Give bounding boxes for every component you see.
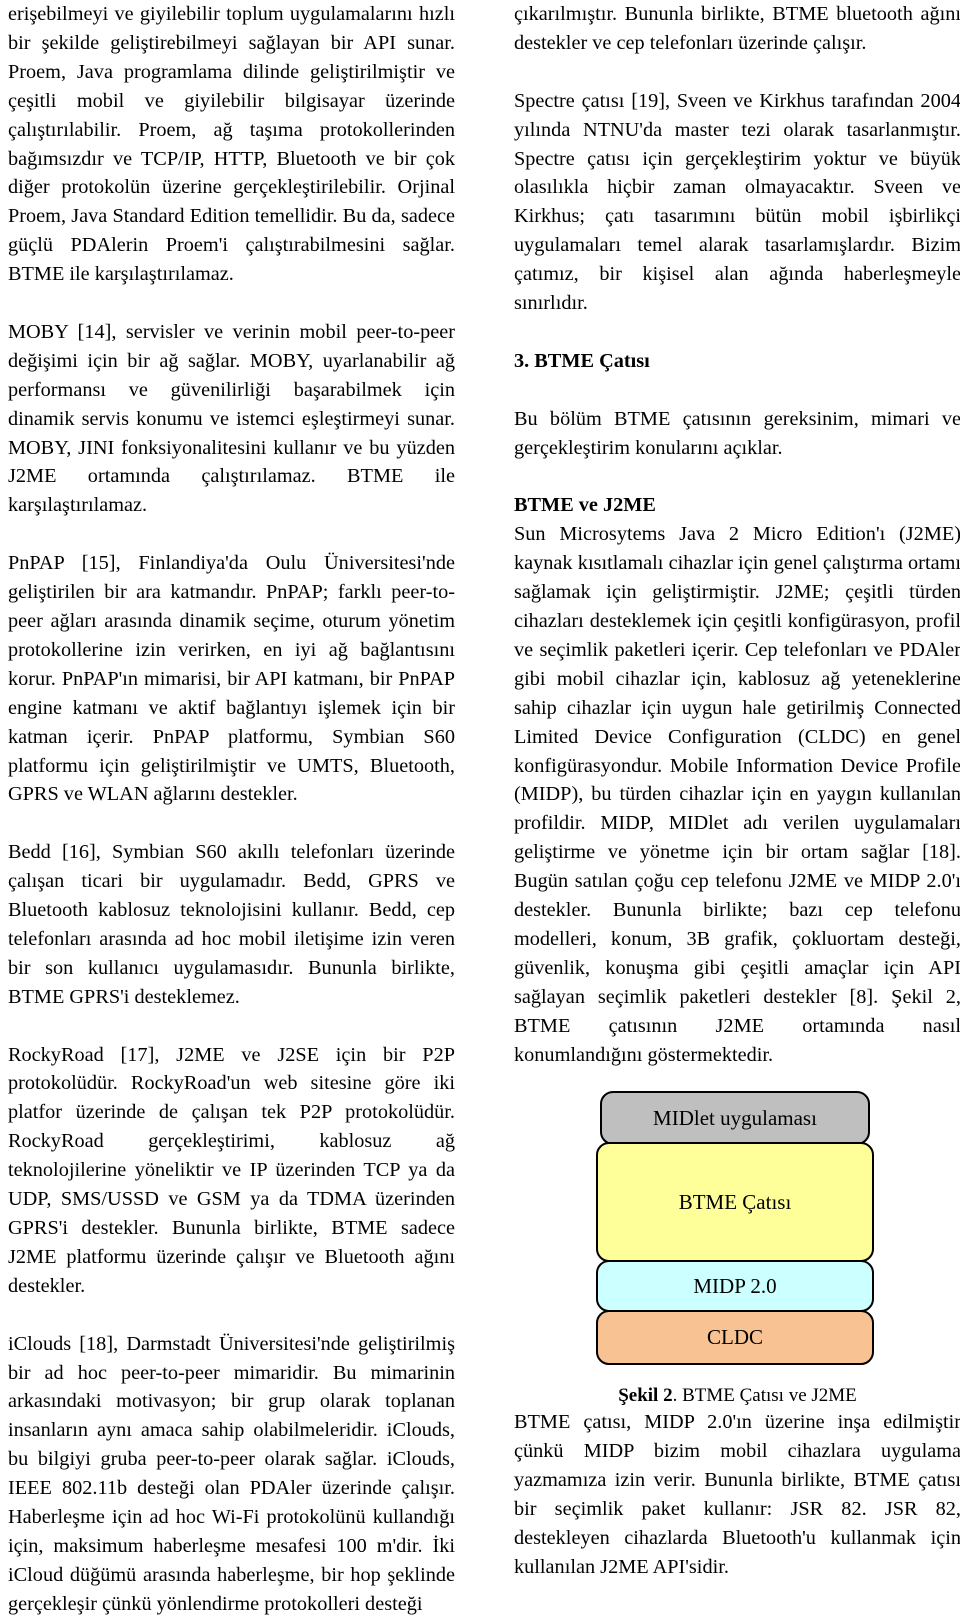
paragraph-pnpap: PnPAP [15], Finlandiya'da Oulu Üniversit… <box>8 552 455 806</box>
figure-layer-midlet-label: MIDlet uygulaması <box>653 1105 817 1130</box>
paragraph-after-figure: BTME çatısı, MIDP 2.0'ın üzerine inşa ed… <box>514 1411 960 1578</box>
paragraph-section-intro: Bu bölüm BTME çatısının gereksinim, mima… <box>514 407 960 459</box>
left-column: erişebilmeyi ve giyilebilir toplum uygul… <box>8 0 455 1619</box>
figure-caption-label: Şekil 2 <box>618 1385 673 1407</box>
figure-caption: Şekil 2. BTME Çatısı ve J2ME <box>514 1384 960 1408</box>
figure-layer-stack: MIDlet uygulaması BTME Çatısı MIDP 2.0 C… <box>514 1091 960 1371</box>
figure-layer-cldc-label: CLDC <box>706 1325 763 1350</box>
figure-layer-btme-label: BTME Çatısı <box>678 1189 792 1214</box>
figure-layer-midlet: MIDlet uygulaması <box>600 1091 870 1146</box>
section-heading-btme-catisi: 3. BTME Çatısı <box>514 349 650 372</box>
document-page: erişebilmeyi ve giyilebilir toplum uygul… <box>0 0 960 1615</box>
figure-layer-midp: MIDP 2.0 <box>596 1260 874 1313</box>
figure-layer-btme: BTME Çatısı <box>596 1142 874 1263</box>
paragraph-moby: MOBY [14], servisler ve verinin mobil pe… <box>8 320 455 517</box>
paragraph-iclouds-continued: çıkarılmıştır. Bununla birlikte, BTME bl… <box>514 3 960 54</box>
figure-caption-text: . BTME Çatısı ve J2ME <box>672 1385 857 1407</box>
figure-layer-cldc: CLDC <box>596 1310 874 1366</box>
paragraph-j2me: Sun Microsytems Java 2 Micro Edition'ı (… <box>514 523 960 1066</box>
paragraph-iclouds: iClouds [18], Darmstadt Üniversitesi'nde… <box>8 1332 455 1615</box>
paragraph-proem: erişebilmeyi ve giyilebilir toplum uygul… <box>8 3 455 286</box>
figure-2: MIDlet uygulaması BTME Çatısı MIDP 2.0 C… <box>514 1091 960 1408</box>
subsection-heading-btme-ve-j2me: BTME ve J2ME <box>514 494 656 517</box>
right-column: çıkarılmıştır. Bununla birlikte, BTME bl… <box>514 0 960 1611</box>
paragraph-bedd: Bedd [16], Symbian S60 akıllı telefonlar… <box>8 841 455 1008</box>
figure-layer-midp-label: MIDP 2.0 <box>693 1273 777 1298</box>
paragraph-rockyroad: RockyRoad [17], J2ME ve J2SE için bir P2… <box>8 1043 455 1297</box>
paragraph-spectre: Spectre çatısı [19], Sveen ve Kirkhus ta… <box>514 89 960 315</box>
